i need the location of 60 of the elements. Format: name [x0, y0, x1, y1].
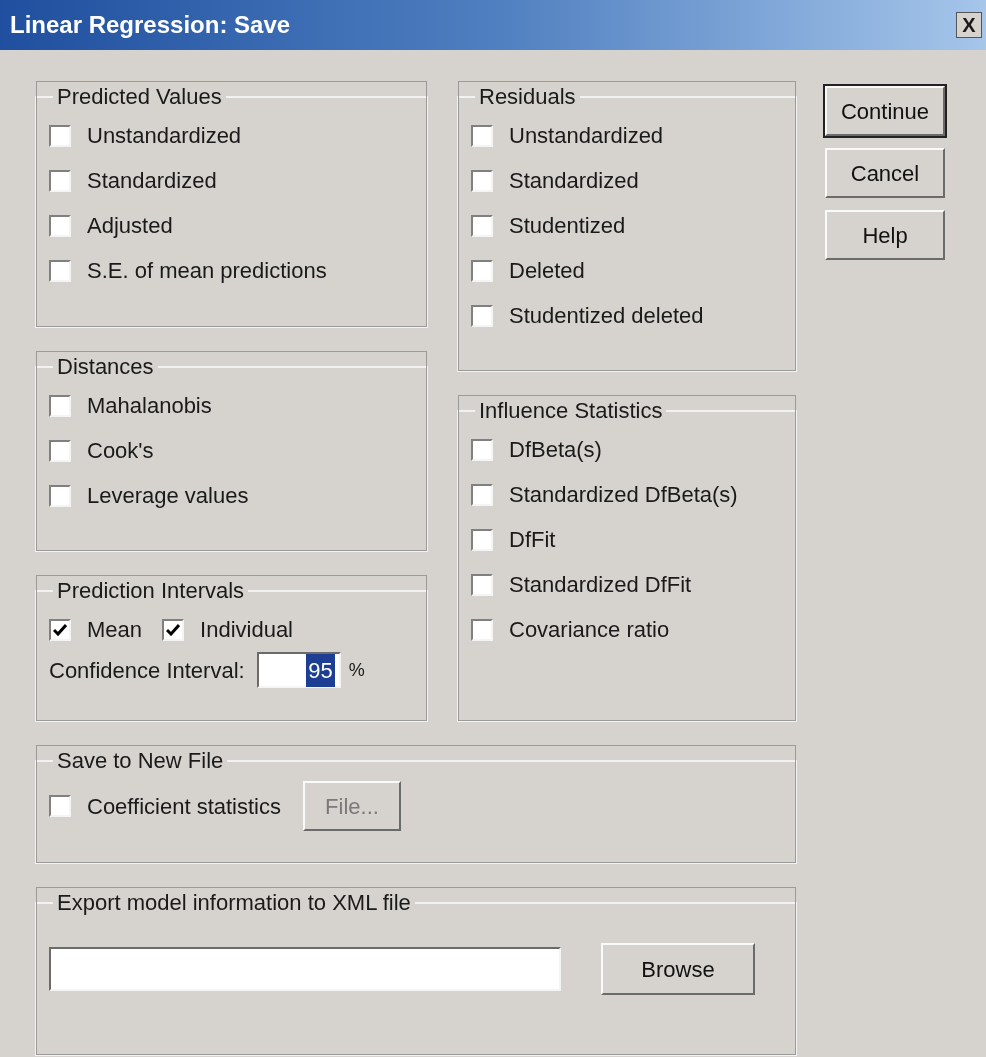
checkbox-label: Standardized DfBeta(s) — [509, 481, 738, 509]
checkbox-label: Studentized deleted — [509, 302, 704, 330]
checkbox-label: Mean — [87, 616, 143, 644]
checkbox-label: S.E. of mean predictions — [87, 257, 327, 285]
unit-label: % — [348, 658, 365, 682]
checkbox-label: Standardized — [87, 167, 217, 195]
input-field[interactable] — [49, 947, 561, 991]
group-title: Save to New File — [56, 747, 225, 775]
checkbox[interactable] — [49, 484, 71, 507]
checkbox[interactable] — [49, 394, 71, 417]
window-title: Linear Regression: Save — [10, 10, 291, 40]
group-title: Export model information to XML file — [56, 889, 412, 917]
checkbox[interactable] — [471, 483, 493, 506]
checkbox-label: Coefficient statistics — [87, 792, 281, 821]
group-title: Distances — [56, 353, 155, 381]
checkbox-label: Studentized — [509, 212, 626, 240]
checkbox-label: Unstandardized — [87, 122, 242, 150]
checkbox[interactable] — [49, 618, 71, 641]
checkbox[interactable] — [471, 573, 493, 596]
checkbox-label: Covariance ratio — [509, 616, 670, 644]
checkbox[interactable] — [162, 618, 185, 641]
checkbox[interactable] — [471, 214, 493, 237]
checkbox-label: Mahalanobis — [87, 392, 212, 420]
group-title: Prediction Intervals — [56, 577, 246, 605]
checkbox[interactable] — [49, 439, 71, 462]
checkbox-label: DfBeta(s) — [509, 436, 602, 464]
button[interactable]: Help — [825, 210, 945, 260]
checkbox-label: Adjusted — [87, 212, 173, 240]
checkbox[interactable] — [471, 438, 493, 461]
check-icon — [166, 623, 181, 636]
checkbox[interactable] — [49, 169, 71, 192]
checkbox[interactable] — [471, 618, 493, 641]
group-title: Residuals — [478, 83, 577, 111]
checkbox-label: Individual — [200, 616, 293, 644]
checkbox-label: Leverage values — [87, 482, 249, 510]
checkbox[interactable] — [471, 528, 493, 551]
checkbox-label: Unstandardized — [509, 122, 664, 150]
button[interactable]: Cancel — [825, 148, 945, 198]
checkbox-label: Deleted — [509, 257, 585, 285]
checkbox[interactable] — [49, 795, 71, 817]
field-label: Confidence Interval: — [49, 656, 245, 685]
checkbox[interactable] — [471, 169, 493, 192]
group-title: Influence Statistics — [478, 397, 664, 425]
checkbox-label: Cook's — [87, 437, 154, 465]
checkbox[interactable] — [471, 124, 493, 147]
checkbox[interactable] — [471, 259, 493, 282]
input-field[interactable]: 95 — [256, 652, 341, 688]
field-value: 95 — [306, 653, 335, 687]
checkbox[interactable] — [471, 304, 493, 327]
checkbox-label: Standardized — [509, 167, 639, 195]
checkbox-label: Standardized DfFit — [509, 571, 692, 599]
button[interactable]: Continue — [825, 86, 945, 136]
checkbox-label: DfFit — [509, 526, 556, 554]
checkbox[interactable] — [49, 259, 71, 282]
checkbox[interactable] — [49, 214, 71, 237]
checkbox[interactable] — [49, 124, 71, 147]
close-button[interactable]: X — [956, 12, 982, 38]
check-icon — [53, 623, 67, 636]
group-title: Predicted Values — [56, 83, 223, 111]
button[interactable]: Browse — [601, 943, 755, 995]
